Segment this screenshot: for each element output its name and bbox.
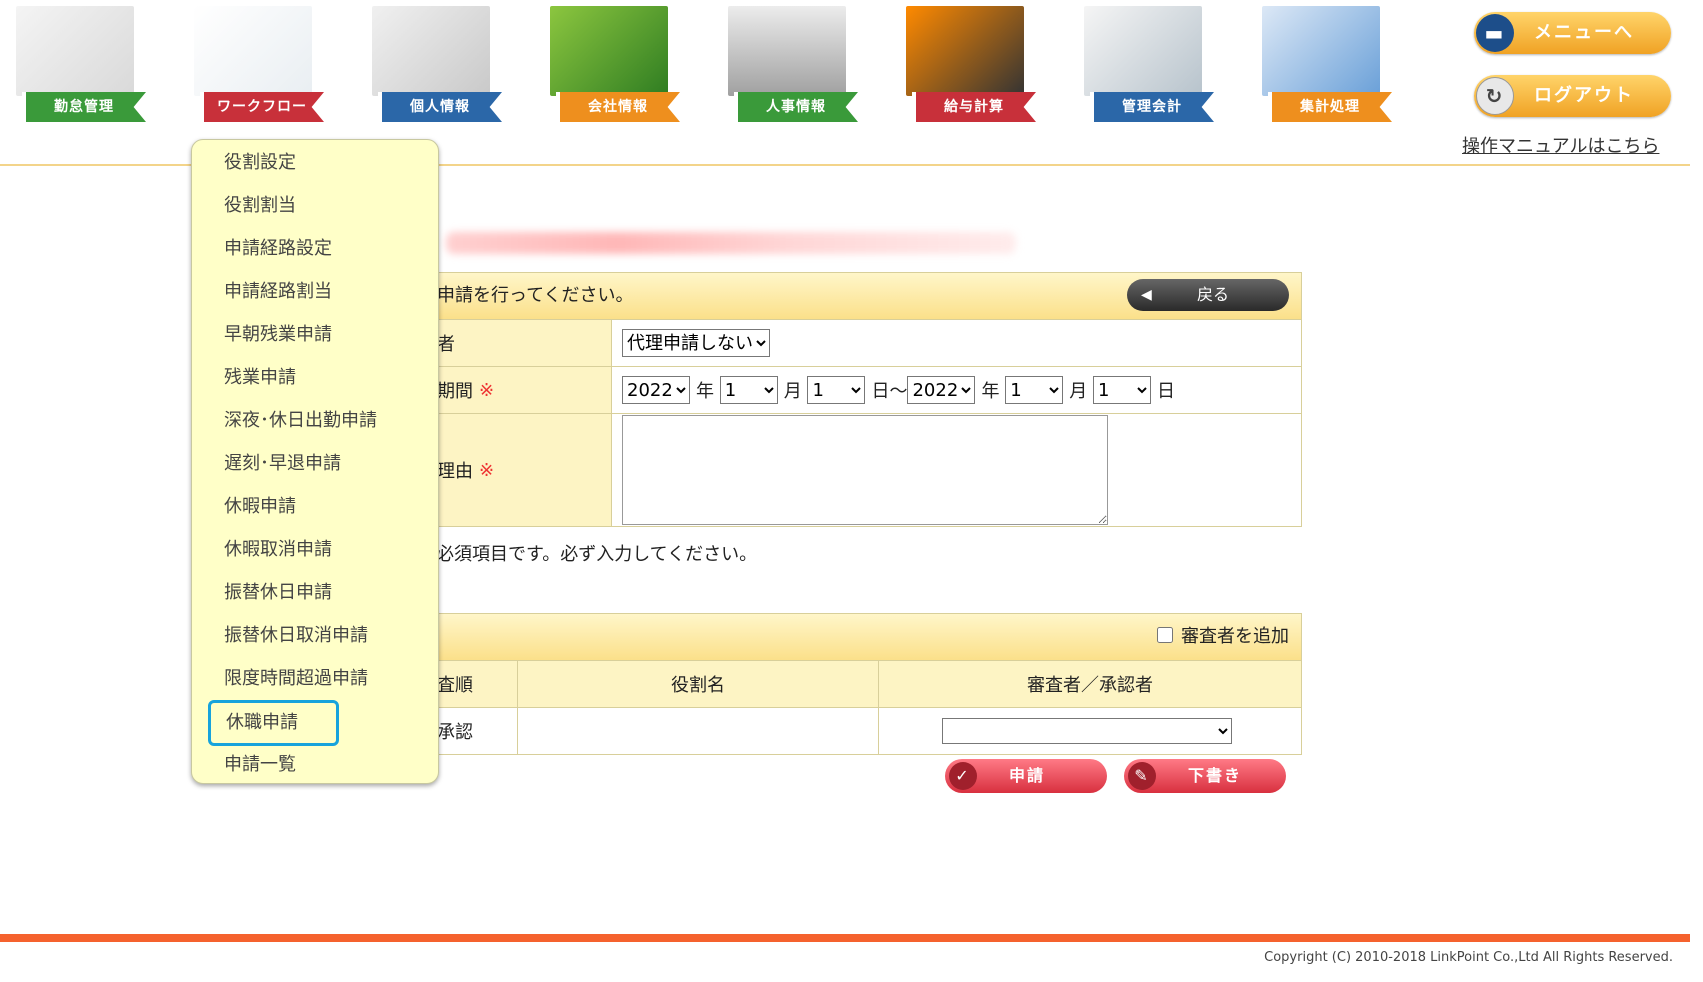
menu-item-substitute-holiday[interactable]: 振替休日申請 bbox=[224, 578, 332, 608]
to-year-select[interactable]: 2022 bbox=[907, 376, 976, 404]
period-row: 期間 ※ 2022 年 1 月 1 日〜 2022 年 1 月 1 日 bbox=[411, 366, 1301, 413]
to-day-select[interactable]: 1 bbox=[1092, 376, 1151, 404]
form-instruction: 申請を行ってください。 bbox=[437, 285, 634, 306]
calculator-photo-icon bbox=[906, 6, 1024, 96]
menu-item-role-settings[interactable]: 役割設定 bbox=[224, 148, 296, 178]
back-arrow-icon: ◀ bbox=[1141, 287, 1152, 303]
proxy-select[interactable]: 代理申請しない bbox=[622, 329, 770, 357]
application-form-panel: 申請を行ってください。 ◀ 戻る 者 代理申請しない 期間 ※ 2022 年 1 … bbox=[410, 272, 1302, 527]
menu-item-substitute-holiday-cancel[interactable]: 振替休日取消申請 bbox=[224, 621, 368, 651]
proxy-row: 者 代理申請しない bbox=[411, 319, 1301, 366]
nav-tile-attendance[interactable]: 勤怠管理 bbox=[16, 6, 148, 122]
nav-tile-workflow[interactable]: ワークフロー bbox=[194, 6, 326, 122]
from-month-select[interactable]: 1 bbox=[719, 376, 778, 404]
menu-item-leave-cancel[interactable]: 休暇取消申請 bbox=[224, 535, 332, 565]
check-icon: ✓ bbox=[949, 762, 977, 790]
menu-button[interactable]: ▬ メニューへ bbox=[1474, 12, 1671, 54]
menu-item-early-overtime[interactable]: 早朝残業申請 bbox=[224, 320, 332, 350]
from-year-select[interactable]: 2022 bbox=[622, 376, 690, 404]
pencil-icon: ✎ bbox=[1128, 762, 1156, 790]
nav-label: 個人情報 bbox=[378, 92, 502, 122]
nav-label: ワークフロー bbox=[200, 92, 324, 122]
calendar-photo-icon bbox=[16, 6, 134, 96]
magnifier-chart-photo-icon bbox=[1262, 6, 1380, 96]
required-mark: ※ bbox=[479, 459, 495, 481]
copyright-text: Copyright (C) 2010-2018 LinkPoint Co.,Lt… bbox=[1264, 950, 1673, 965]
approver-select[interactable] bbox=[942, 718, 1232, 744]
nav-label: 人事情報 bbox=[734, 92, 858, 122]
column-role: 役割名 bbox=[518, 661, 879, 707]
nav-label: 会社情報 bbox=[556, 92, 680, 122]
logout-button[interactable]: ↻ ログアウト bbox=[1474, 75, 1671, 117]
reviewer-panel: 審査者を追加 査順 役割名 審査者／承認者 承認 bbox=[410, 613, 1302, 755]
draft-button[interactable]: ✎ 下書き bbox=[1124, 759, 1286, 793]
workflow-dropdown-menu: 役割設定 役割割当 申請経路設定 申請経路割当 早朝残業申請 残業申請 深夜･休… bbox=[191, 139, 439, 784]
from-day-select[interactable]: 1 bbox=[807, 376, 866, 404]
submit-button[interactable]: ✓ 申請 bbox=[945, 759, 1107, 793]
pen-document-photo-icon bbox=[1084, 6, 1202, 96]
menu-item-route-assignment[interactable]: 申請経路割当 bbox=[224, 277, 332, 307]
blurred-page-title bbox=[446, 232, 1016, 254]
nav-tile-accounting[interactable]: 管理会計 bbox=[1084, 6, 1216, 122]
reason-row: 理由 ※ bbox=[411, 413, 1301, 526]
menu-item-late-early-leave[interactable]: 遅刻･早退申請 bbox=[224, 449, 341, 479]
to-month-select[interactable]: 1 bbox=[1005, 376, 1064, 404]
nav-tile-personal-info[interactable]: 個人情報 bbox=[372, 6, 504, 122]
column-approver: 審査者／承認者 bbox=[1027, 675, 1153, 696]
period-label: 期間 ※ bbox=[411, 367, 612, 413]
reviewer-table-header: 査順 役割名 審査者／承認者 bbox=[411, 660, 1301, 707]
nav-tile-aggregation[interactable]: 集計処理 bbox=[1262, 6, 1394, 122]
footer-bar bbox=[0, 934, 1690, 942]
nav-label: 給与計算 bbox=[912, 92, 1036, 122]
add-reviewer-check[interactable] bbox=[1157, 627, 1173, 643]
filing-cabinet-photo-icon bbox=[728, 6, 846, 96]
table-row: 承認 bbox=[411, 707, 1301, 754]
manual-link[interactable]: 操作マニュアルはこちら bbox=[1462, 132, 1659, 158]
proxy-label: 者 bbox=[411, 320, 612, 366]
menu-item-leave-of-absence[interactable]: 休職申請 bbox=[208, 700, 339, 746]
required-mark: ※ bbox=[479, 379, 495, 401]
menu-item-application-list[interactable]: 申請一覧 bbox=[224, 750, 296, 780]
required-note: 必須項目です。必ず入力してください。 bbox=[436, 544, 758, 565]
reviewer-panel-header: 審査者を追加 bbox=[411, 614, 1301, 660]
menu-item-limit-exceed[interactable]: 限度時間超過申請 bbox=[224, 664, 368, 694]
menu-icon: ▬ bbox=[1476, 14, 1514, 52]
workflow-blocks-icon bbox=[194, 6, 312, 96]
nav-label: 管理会計 bbox=[1090, 92, 1214, 122]
menu-item-overtime[interactable]: 残業申請 bbox=[224, 363, 296, 393]
nav-tile-payroll[interactable]: 給与計算 bbox=[906, 6, 1038, 122]
reason-label: 理由 ※ bbox=[411, 414, 612, 526]
back-button[interactable]: ◀ 戻る bbox=[1127, 279, 1289, 311]
menu-item-role-assignment[interactable]: 役割割当 bbox=[224, 191, 296, 221]
lock-photo-icon bbox=[372, 6, 490, 96]
nav-tile-hr-info[interactable]: 人事情報 bbox=[728, 6, 860, 122]
reason-textarea[interactable] bbox=[622, 415, 1108, 525]
form-panel-header: 申請を行ってください。 ◀ 戻る bbox=[411, 273, 1301, 319]
role-cell bbox=[518, 708, 879, 754]
house-photo-icon bbox=[550, 6, 668, 96]
nav-label: 集計処理 bbox=[1268, 92, 1392, 122]
nav-label: 勤怠管理 bbox=[22, 92, 146, 122]
menu-item-night-holiday-work[interactable]: 深夜･休日出勤申請 bbox=[224, 406, 377, 436]
menu-item-leave[interactable]: 休暇申請 bbox=[224, 492, 296, 522]
menu-item-route-settings[interactable]: 申請経路設定 bbox=[224, 234, 332, 264]
add-reviewer-checkbox[interactable]: 審査者を追加 bbox=[1153, 614, 1289, 660]
nav-tile-company-info[interactable]: 会社情報 bbox=[550, 6, 682, 122]
refresh-icon: ↻ bbox=[1476, 77, 1514, 115]
